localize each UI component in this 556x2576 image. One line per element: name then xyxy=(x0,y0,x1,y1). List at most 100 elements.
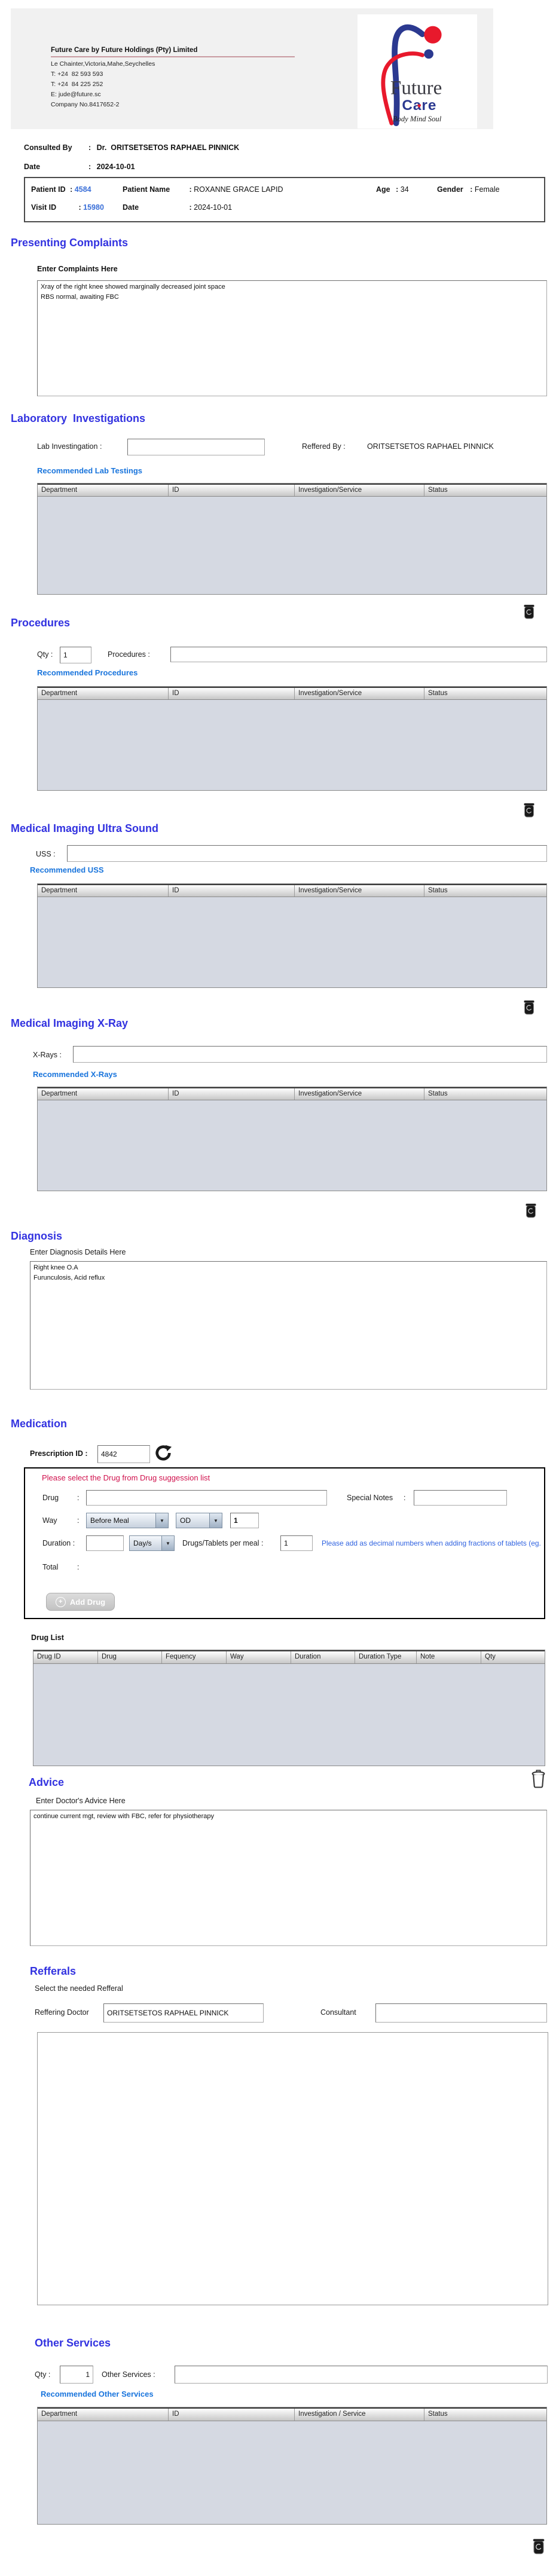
xray-table: Department ID Investigation/Service Stat… xyxy=(37,1087,547,1191)
procedures-label: Procedures : xyxy=(108,650,150,659)
duration-unit-dropdown[interactable]: Day/s ▼ xyxy=(129,1535,175,1551)
consultant-label: Consultant xyxy=(320,2008,356,2017)
recommended-uss-link[interactable]: Recommended USS xyxy=(30,865,104,874)
prescription-id-input[interactable] xyxy=(97,1445,150,1463)
recommended-other-services-link[interactable]: Recommended Other Services xyxy=(41,2390,154,2398)
section-title-referrals: Refferals xyxy=(30,1965,76,1978)
column-header: Qty xyxy=(481,1651,545,1663)
patient-id-value: 4584 xyxy=(75,185,91,194)
prescription-id-label: Prescription ID : xyxy=(30,1449,88,1458)
trash-icon xyxy=(523,802,535,818)
patient-name-group: Patient Name : ROXANNE GRACE LAPID xyxy=(123,185,283,194)
xray-input[interactable] xyxy=(73,1046,547,1063)
lab-investigation-input[interactable] xyxy=(127,439,265,455)
delete-xray-button[interactable] xyxy=(525,1203,537,1222)
add-drug-button[interactable]: + Add Drug xyxy=(46,1593,115,1611)
diagnosis-textarea[interactable]: Right knee O.A Furunculosis, Acid reflux xyxy=(30,1261,547,1390)
visit-id-group: Visit ID : 15980 xyxy=(31,203,104,212)
per-meal-label: Drugs/Tablets per meal : xyxy=(182,1539,263,1547)
delete-other-services-button[interactable] xyxy=(532,2538,545,2558)
company-address: Le Chainter,Victoria,Mahe,Seychelles xyxy=(51,60,155,68)
company-email: E: jude@future.sc xyxy=(51,91,101,98)
column-header: Status xyxy=(424,2409,546,2421)
section-title-diagnosis: Diagnosis xyxy=(11,1230,62,1243)
column-header: Investigation/Service xyxy=(295,688,424,699)
chevron-down-icon: ▼ xyxy=(161,1536,174,1550)
date-label: Date xyxy=(24,163,88,171)
drug-list-table-header: Drug ID Drug Fequency Way Duration Durat… xyxy=(33,1650,545,1664)
advice-textarea[interactable]: continue current mgt, review with FBC, r… xyxy=(30,1810,547,1946)
section-title-laboratory: Laboratory Investigations xyxy=(11,412,145,425)
column-header: ID xyxy=(169,1088,295,1100)
column-header: Duration Type xyxy=(355,1651,417,1663)
consultant-input[interactable] xyxy=(375,2003,547,2023)
delete-procedures-button[interactable] xyxy=(523,802,535,821)
referred-by-label: Reffered By : xyxy=(302,442,346,451)
way-label: Way xyxy=(42,1516,57,1525)
consulted-by-row: Consulted By: Dr. ORITSETSETOS RAPHAEL P… xyxy=(24,143,239,152)
trash-icon xyxy=(523,999,535,1015)
procedures-table-header: Department ID Investigation/Service Stat… xyxy=(38,687,546,700)
lab-table-body xyxy=(38,497,546,594)
referral-select-label: Select the needed Refferal xyxy=(35,1984,123,1993)
svg-text:Body Mind Soul: Body Mind Soul xyxy=(393,115,442,123)
referring-doctor-label: Reffering Doctor xyxy=(35,2008,89,2017)
age-value: 34 xyxy=(401,185,409,194)
gender-value: Female xyxy=(475,185,500,194)
uss-input[interactable] xyxy=(67,845,547,862)
complaints-label: Enter Complaints Here xyxy=(37,265,118,273)
future-care-logo: Future Care ♥ Body Mind Soul xyxy=(366,17,456,127)
procedures-table-body xyxy=(38,700,546,790)
other-services-table-body xyxy=(38,2421,546,2524)
other-qty-input[interactable] xyxy=(60,2366,93,2384)
per-meal-qty-input[interactable] xyxy=(280,1535,313,1551)
section-title-ultrasound: Medical Imaging Ultra Sound xyxy=(11,822,158,835)
column-header: ID xyxy=(169,485,295,496)
column-header: Duration xyxy=(291,1651,355,1663)
diagnosis-label: Enter Diagnosis Details Here xyxy=(30,1248,126,1256)
way-qty-input[interactable] xyxy=(230,1513,259,1528)
refresh-prescription-button[interactable] xyxy=(154,1443,172,1466)
patient-info-box: Patient ID : 4584 Patient Name : ROXANNE… xyxy=(24,177,545,222)
company-number: Company No.8417652-2 xyxy=(51,101,119,108)
company-phone-1: T: +24 82 593 593 xyxy=(51,71,103,78)
meal-time-dropdown[interactable]: Before Meal ▼ xyxy=(86,1513,169,1528)
delete-lab-button[interactable] xyxy=(523,604,535,623)
other-services-table-header: Department ID Investigation / Service St… xyxy=(38,2407,546,2421)
referring-doctor-input[interactable] xyxy=(103,2003,264,2023)
other-services-input[interactable] xyxy=(175,2366,548,2384)
complaints-textarea[interactable]: Xray of the right knee showed marginally… xyxy=(37,280,547,396)
duration-input[interactable] xyxy=(86,1535,124,1551)
frequency-dropdown[interactable]: OD ▼ xyxy=(176,1513,222,1528)
procedures-input[interactable] xyxy=(170,647,547,662)
duration-label: Duration : xyxy=(42,1539,75,1547)
drug-input[interactable] xyxy=(86,1490,327,1506)
delete-uss-button[interactable] xyxy=(523,999,535,1018)
patient-id-group: Patient ID : 4584 xyxy=(31,185,91,194)
referral-listbox[interactable] xyxy=(37,2032,548,2305)
recommended-lab-testings-link[interactable]: Recommended Lab Testings xyxy=(37,466,142,475)
column-header: ID xyxy=(169,2409,295,2421)
advice-label: Enter Doctor's Advice Here xyxy=(36,1797,126,1805)
special-notes-label: Special Notes xyxy=(347,1494,393,1502)
logo-red-dot xyxy=(424,26,441,44)
logo-blue-dot xyxy=(424,50,433,59)
lab-table-header: Department ID Investigation/Service Stat… xyxy=(38,484,546,497)
procedures-qty-label: Qty : xyxy=(37,650,53,659)
delete-advice-button[interactable] xyxy=(531,1769,546,1791)
recommended-xray-link[interactable]: Recommended X-Rays xyxy=(33,1070,117,1079)
uss-table-header: Department ID Investigation/Service Stat… xyxy=(38,884,546,897)
company-name-underline xyxy=(51,56,295,57)
xray-label: X-Rays : xyxy=(33,1051,62,1059)
column-header: Department xyxy=(38,1088,169,1100)
total-label: Total xyxy=(42,1563,58,1571)
visit-date-value: 2024-10-01 xyxy=(194,203,232,212)
procedures-qty-input[interactable] xyxy=(60,647,91,663)
trash-icon xyxy=(523,604,535,620)
consulted-by-label: Consulted By xyxy=(24,143,88,152)
date-row: Date: 2024-10-01 xyxy=(24,163,135,171)
special-notes-input[interactable] xyxy=(414,1490,507,1506)
recommended-procedures-link[interactable]: Recommended Procedures xyxy=(37,668,138,677)
refresh-icon xyxy=(154,1443,172,1463)
column-header: Status xyxy=(424,688,546,699)
